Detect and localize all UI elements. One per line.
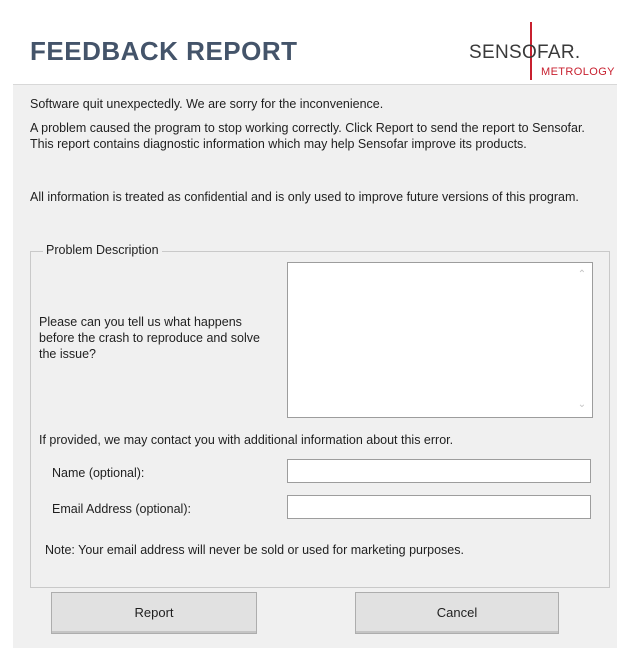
scroll-down-icon[interactable]: ⌄ xyxy=(576,399,588,411)
dialog-header: FEEDBACK REPORT SENSOFAR. METROLOGY xyxy=(13,8,617,85)
logo-sub-text: METROLOGY xyxy=(541,66,615,78)
feedback-dialog: FEEDBACK REPORT SENSOFAR. METROLOGY Soft… xyxy=(13,8,617,648)
email-field[interactable] xyxy=(287,495,591,519)
logo-main-text: SENSOFAR. xyxy=(469,42,581,63)
dialog-title: FEEDBACK REPORT xyxy=(30,36,298,66)
message-problem: A problem caused the program to stop wor… xyxy=(30,121,585,151)
report-button[interactable]: Report xyxy=(51,592,257,634)
message-apology: Software quit unexpectedly. We are sorry… xyxy=(30,97,384,111)
sensofar-logo: SENSOFAR. METROLOGY xyxy=(465,22,617,80)
description-prompt: Please can you tell us what happens befo… xyxy=(39,315,260,361)
contact-note: If provided, we may contact you with add… xyxy=(39,433,454,447)
privacy-note: Note: Your email address will never be s… xyxy=(45,543,464,557)
name-label: Name (optional): xyxy=(52,466,145,480)
problem-description-group: Problem Description Please can you tell … xyxy=(30,243,610,588)
name-field[interactable] xyxy=(287,459,591,483)
message-confidential: All information is treated as confidenti… xyxy=(30,190,579,204)
group-legend: Problem Description xyxy=(43,243,162,257)
problem-description-input[interactable]: ⌃ ⌄ xyxy=(287,262,593,418)
cancel-button[interactable]: Cancel xyxy=(355,592,559,634)
email-label: Email Address (optional): xyxy=(52,502,191,516)
scroll-up-icon[interactable]: ⌃ xyxy=(576,269,588,281)
